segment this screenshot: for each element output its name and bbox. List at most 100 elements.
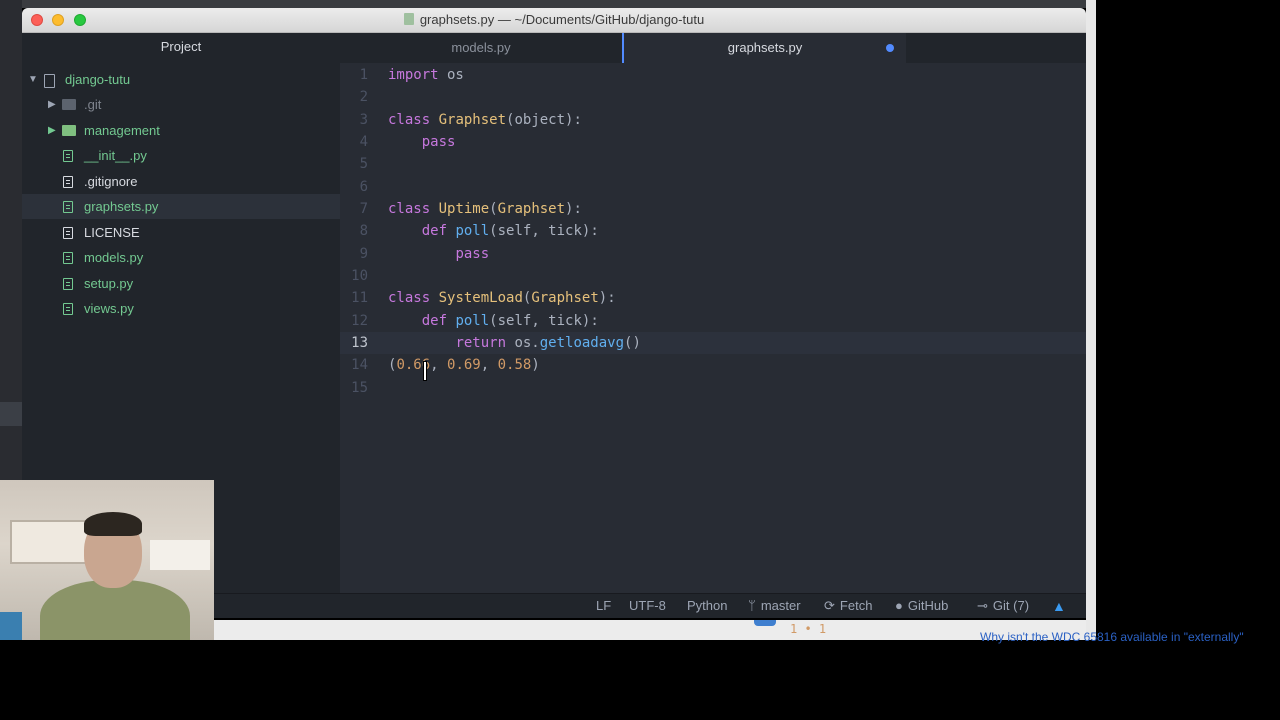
code-line[interactable]: 14 (0.66, 0.69, 0.58) (340, 354, 1086, 376)
sync-icon: ⟳ (824, 598, 835, 613)
tree-item-init[interactable]: __init__.py (22, 143, 340, 168)
line-number: 3 (359, 112, 368, 128)
webcam-object (0, 612, 22, 640)
tree-item-label: management (84, 123, 160, 138)
background-window-right (1086, 0, 1096, 640)
tree-view-header[interactable]: Project (22, 33, 340, 63)
branch[interactable]: ᛘ master (748, 594, 801, 618)
line-number: 15 (351, 380, 368, 396)
tree-root[interactable]: ▼ django-tutu (22, 67, 340, 92)
webcam-person-body (40, 580, 190, 640)
code-line[interactable]: 5 (340, 153, 1086, 175)
squirrel-icon[interactable]: ▲ (1052, 599, 1068, 613)
code-line[interactable]: 9 pass (340, 243, 1086, 265)
tree-item-label: models.py (84, 250, 144, 265)
github-icon: ● (895, 598, 903, 613)
code-text: return os.getloadavg() (455, 335, 641, 351)
line-number: 13 (351, 335, 368, 351)
background-link[interactable]: Why isn't the WDC 65816 available in "ex… (980, 630, 1280, 644)
file-text-icon (63, 278, 73, 290)
modified-indicator[interactable] (886, 44, 894, 52)
code-line[interactable]: 7 class Uptime(Graphset): (340, 198, 1086, 220)
tree-item-management[interactable]: ▶ management (22, 118, 340, 143)
code-line[interactable]: 1 import os (340, 64, 1086, 86)
background-count: 1 • 1 (790, 622, 827, 636)
folder-icon (62, 99, 76, 110)
code-line[interactable]: 8 def poll(self, tick): (340, 220, 1086, 242)
code-line[interactable]: 3 class Graphset(object): (340, 109, 1086, 131)
git-commit-icon: ⊸ (977, 598, 988, 613)
code-line[interactable]: 12 def poll(self, tick): (340, 310, 1086, 332)
chevron-down-icon: ▼ (28, 74, 38, 85)
tree-item-label: __init__.py (84, 148, 147, 163)
title-bar[interactable]: graphsets.py — ~/Documents/GitHub/django… (22, 8, 1086, 33)
background-selection (0, 402, 22, 426)
code-line[interactable]: 4 pass (340, 131, 1086, 153)
chevron-right-icon: ▶ (48, 99, 56, 110)
root-label: django-tutu (65, 72, 131, 87)
fetch-button[interactable]: ⟳ Fetch (824, 594, 872, 618)
tree-item-models[interactable]: models.py (22, 245, 340, 270)
background-app: 1 • 1 Why isn't the WDC 65816 available … (214, 620, 1244, 644)
tab-graphsets[interactable]: graphsets.py (622, 33, 906, 63)
line-number: 10 (351, 268, 368, 284)
line-number: 2 (359, 89, 368, 105)
tree-item-label: views.py (84, 301, 134, 316)
github-button[interactable]: ● GitHub (895, 594, 948, 618)
line-number: 8 (359, 223, 368, 239)
file-text-icon (63, 150, 73, 162)
tree-item-label: .gitignore (84, 174, 138, 189)
line-number: 5 (359, 156, 368, 172)
code-text: class SystemLoad(Graphset): (388, 290, 616, 306)
line-number: 4 (359, 134, 368, 150)
grammar[interactable]: Python (687, 594, 727, 618)
git-label: Git (7) (992, 598, 1030, 613)
code-text: def poll(self, tick): (421, 313, 599, 329)
line-number: 12 (351, 313, 368, 329)
webcam-background (150, 540, 210, 570)
encoding[interactable]: UTF-8 (629, 594, 666, 618)
tree-item-views[interactable]: views.py (22, 296, 340, 321)
code-text: class Graphset(object): (388, 112, 582, 128)
tree-item-license[interactable]: LICENSE (22, 220, 340, 245)
github-label: GitHub (907, 598, 949, 613)
code-line[interactable]: 6 (340, 176, 1086, 198)
git-button[interactable]: ⊸ Git (7) (977, 594, 1029, 618)
file-text-icon (63, 303, 73, 315)
code-text: def poll(self, tick): (421, 223, 599, 239)
tree-item-label: graphsets.py (84, 199, 159, 214)
code-line[interactable]: 15 (340, 377, 1086, 399)
ibeam-cursor-icon (424, 362, 426, 380)
line-number: 11 (351, 290, 368, 306)
tree-item-graphsets[interactable]: graphsets.py (22, 194, 340, 219)
code-text: import os (388, 67, 464, 83)
code-line[interactable]: 2 (340, 86, 1086, 108)
desktop-top-strip (0, 0, 1096, 8)
code-text: (0.66, 0.69, 0.58) (388, 357, 540, 373)
chevron-right-icon: ▶ (48, 125, 56, 136)
tree-item-git[interactable]: ▶ .git (22, 92, 340, 117)
line-number: 9 (359, 246, 368, 262)
webcam-overlay (0, 480, 214, 640)
repo-icon (44, 74, 55, 88)
webcam-person-hair (84, 512, 142, 536)
window-title-wrap: graphsets.py — ~/Documents/GitHub/django… (22, 8, 1086, 32)
code-line[interactable]: 11 class SystemLoad(Graphset): (340, 287, 1086, 309)
code-line[interactable]: 10 (340, 265, 1086, 287)
tree-item-setup[interactable]: setup.py (22, 271, 340, 296)
line-ending[interactable]: LF (596, 594, 611, 618)
background-marker (754, 620, 776, 626)
code-text: class Uptime(Graphset): (388, 201, 582, 217)
file-text-icon (63, 252, 73, 264)
branch-label: master (760, 598, 801, 613)
code-line-current[interactable]: 13 return os.getloadavg() (340, 332, 1086, 354)
file-text-icon (63, 176, 73, 188)
tab-models[interactable]: models.py (340, 33, 622, 63)
code-text: pass (455, 246, 490, 262)
tree-item-label: .git (84, 97, 102, 112)
folder-icon (62, 125, 76, 136)
line-number: 1 (359, 67, 368, 83)
tree-item-gitignore[interactable]: .gitignore (22, 169, 340, 194)
file-text-icon (63, 201, 73, 213)
text-editor[interactable]: 1 import os 2 3 class Graphset(object): … (340, 64, 1086, 593)
